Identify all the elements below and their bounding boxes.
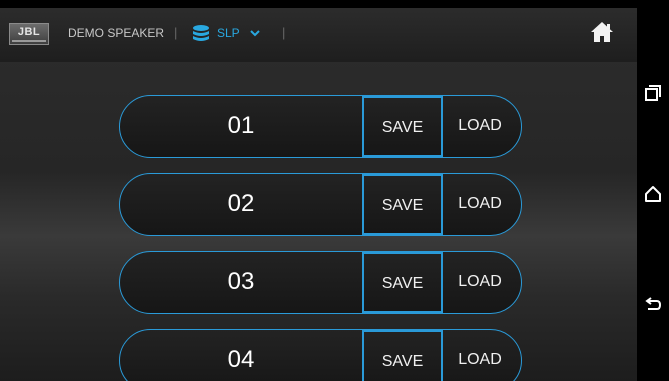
- back-icon[interactable]: [644, 295, 662, 313]
- preset-row: 02 SAVE LOAD: [119, 173, 522, 236]
- preset-row: 04 SAVE LOAD: [119, 329, 522, 381]
- chevron-down-icon[interactable]: [250, 30, 260, 37]
- preset-number: 01: [227, 112, 255, 139]
- load-button[interactable]: LOAD: [443, 174, 521, 235]
- save-button[interactable]: SAVE: [362, 252, 443, 313]
- save-button[interactable]: SAVE: [362, 330, 443, 381]
- preset-number: 03: [227, 268, 255, 295]
- recent-apps-icon[interactable]: [644, 84, 662, 102]
- home-nav-icon[interactable]: [644, 185, 662, 203]
- brand-logo: JBL: [9, 23, 49, 45]
- preset-row: 03 SAVE LOAD: [119, 251, 522, 314]
- load-button[interactable]: LOAD: [443, 252, 521, 313]
- preset-row: 01 SAVE LOAD: [119, 95, 522, 158]
- app-screen: JBL DEMO SPEAKER | SLP | 01 SAVE LOAD 02…: [0, 0, 637, 381]
- preset-selector[interactable]: SLP: [217, 25, 240, 41]
- device-name: DEMO SPEAKER: [68, 26, 165, 40]
- top-bar: JBL DEMO SPEAKER | SLP |: [0, 0, 637, 62]
- home-icon[interactable]: [590, 21, 614, 43]
- preset-number: 02: [227, 190, 255, 217]
- divider: |: [282, 25, 286, 40]
- status-strip: [0, 0, 637, 8]
- load-button[interactable]: LOAD: [443, 96, 521, 157]
- system-navigation-bar: [637, 0, 669, 381]
- load-button[interactable]: LOAD: [443, 330, 521, 381]
- save-button[interactable]: SAVE: [362, 96, 443, 157]
- divider: |: [174, 25, 178, 40]
- database-icon[interactable]: [191, 24, 211, 44]
- preset-number: 04: [227, 346, 255, 373]
- save-button[interactable]: SAVE: [362, 174, 443, 235]
